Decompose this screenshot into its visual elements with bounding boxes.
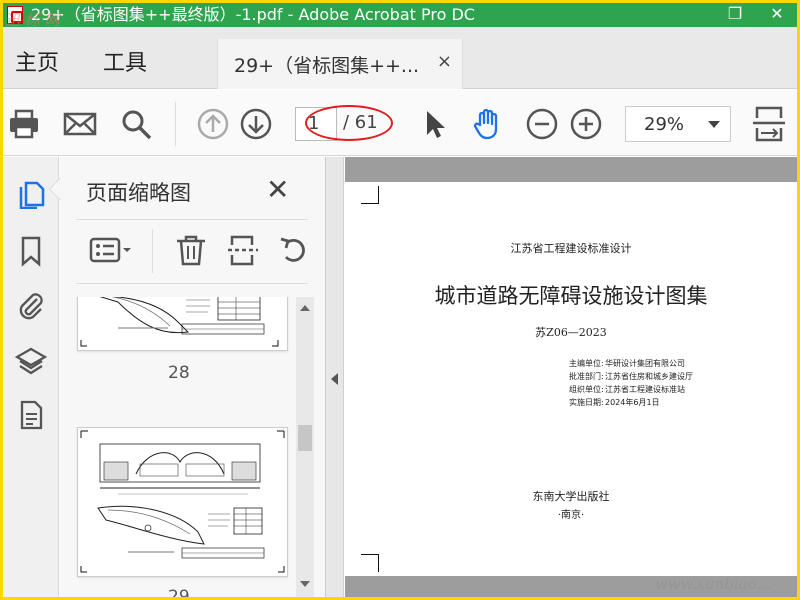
- page-thumbnail-28[interactable]: [77, 297, 288, 351]
- page-thumbnail-29[interactable]: [77, 427, 288, 577]
- scroll-down-arrow[interactable]: [300, 581, 310, 587]
- rotate-page-icon[interactable]: [276, 233, 310, 267]
- page-up-icon[interactable]: [196, 107, 230, 141]
- close-window-button[interactable]: ✕: [757, 3, 797, 27]
- select-cursor-icon[interactable]: [417, 107, 451, 141]
- watermark-bottom-right: www.xunbiao...: [655, 575, 771, 593]
- page-thumbnails-icon[interactable]: [15, 177, 47, 210]
- attachment-icon[interactable]: [15, 289, 47, 321]
- info-row: 实施日期:2024年6月1日: [569, 398, 660, 407]
- chevron-down-icon: [708, 121, 720, 128]
- info-row: 组织单位:江苏省工程建设标准站: [569, 385, 685, 394]
- navigation-rail: [3, 157, 59, 597]
- toolbar-separator: [175, 102, 176, 146]
- zoom-value: 29%: [644, 114, 685, 135]
- document-tab-label: 29+（省标图集++...: [234, 55, 420, 77]
- page-document-icon[interactable]: [15, 399, 47, 431]
- divider: [76, 283, 308, 284]
- restore-window-button[interactable]: ❐: [715, 3, 755, 27]
- search-icon[interactable]: [119, 107, 153, 141]
- title-bar: 29+（省标图集++最终版）-1.pdf - Adobe Acrobat Pro…: [3, 3, 797, 29]
- document-tab[interactable]: 29+（省标图集++... ×: [217, 39, 463, 89]
- page-down-icon[interactable]: [239, 107, 273, 141]
- highlight-oval: [305, 105, 393, 141]
- scroll-up-arrow[interactable]: [300, 305, 310, 311]
- tab-close-button[interactable]: ×: [437, 51, 452, 72]
- crop-mark-bottom-left: [361, 554, 379, 572]
- layers-icon[interactable]: [14, 345, 48, 377]
- page-thumbnails-panel: 页面缩略图 ✕ 28 29: [48, 157, 326, 597]
- pdf-page: 江苏省工程建设标准设计 城市道路无障碍设施设计图集 苏Z06—2023 主编单位…: [345, 182, 797, 576]
- document-view[interactable]: 江苏省工程建设标准设计 城市道路无障碍设施设计图集 苏Z06—2023 主编单位…: [345, 157, 797, 597]
- crop-mark-top-left: [361, 186, 379, 204]
- thumbnail-scrollbar[interactable]: [296, 297, 314, 597]
- fit-page-icon[interactable]: [751, 106, 787, 142]
- document-publisher: 东南大学出版社: [532, 490, 610, 503]
- delete-page-icon[interactable]: [174, 233, 208, 267]
- document-city: ·南京·: [557, 510, 585, 521]
- collapse-panel-handle[interactable]: [326, 157, 344, 597]
- menu-tab-bar: 主页 工具 29+（省标图集++... ×: [3, 27, 797, 89]
- window-title: 29+（省标图集++最终版）-1.pdf - Adobe Acrobat Pro…: [31, 5, 475, 24]
- zoom-dropdown[interactable]: 29%: [625, 106, 731, 142]
- scroll-thumb[interactable]: [298, 425, 312, 451]
- main-toolbar: 1 / 61 29%: [3, 90, 797, 156]
- document-org: 江苏省工程建设标准设计: [510, 242, 632, 255]
- extract-page-icon[interactable]: [226, 233, 260, 267]
- thumbnail-label-29: 29: [168, 587, 190, 597]
- info-row: 批准部门:江苏省住房和城乡建设厅: [569, 372, 693, 381]
- menu-home[interactable]: 主页: [15, 45, 59, 77]
- info-row: 主编单位:华研设计集团有限公司: [569, 359, 685, 368]
- acrobat-window: 29+（省标图集++最终版）-1.pdf - Adobe Acrobat Pro…: [3, 3, 797, 597]
- menu-tools[interactable]: 工具: [103, 45, 147, 77]
- divider: [76, 219, 308, 220]
- zoom-out-icon[interactable]: [525, 107, 559, 141]
- panel-close-button[interactable]: ✕: [266, 173, 289, 206]
- thumbnail-label-28: 28: [168, 363, 190, 383]
- thumbnail-options-icon[interactable]: [88, 233, 136, 267]
- panel-tool-separator: [152, 229, 153, 273]
- chevron-left-icon: [331, 373, 338, 385]
- document-code: 苏Z06—2023: [535, 326, 607, 339]
- hand-tool-icon[interactable]: [471, 107, 505, 141]
- zoom-in-icon[interactable]: [569, 107, 603, 141]
- email-icon[interactable]: [63, 107, 97, 141]
- bookmark-icon[interactable]: [15, 235, 47, 267]
- thumbnail-list: 28 29: [60, 297, 326, 597]
- panel-title: 页面缩略图: [86, 181, 191, 205]
- print-icon[interactable]: [7, 107, 41, 141]
- document-title: 城市道路无障碍设施设计图集: [434, 284, 708, 308]
